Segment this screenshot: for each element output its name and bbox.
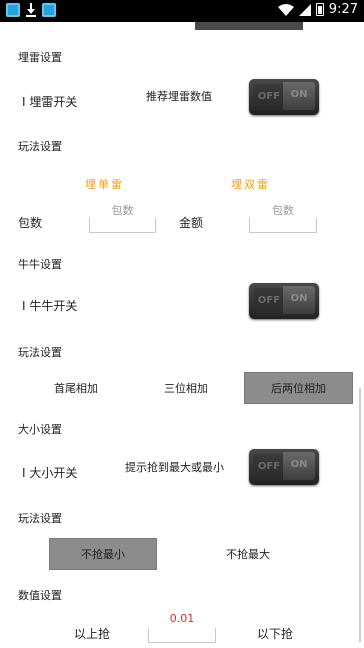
packet-count-input[interactable]: 包数 [89, 204, 156, 233]
toggle-off-label: OFF [253, 288, 285, 314]
app-icon [6, 3, 20, 17]
section-title-play3: 玩法设置 [18, 512, 62, 525]
toggle-off-label: OFF [253, 454, 285, 480]
section-title-niuniu: 牛牛设置 [18, 258, 62, 271]
toggle-on-label: ON [283, 452, 315, 480]
amount-placeholder: 包数 [272, 204, 294, 217]
grab-below-label: 以下抢 [257, 627, 294, 641]
niuniu-option-three-sum[interactable]: 三位相加 [150, 372, 222, 404]
packet-count-placeholder: 包数 [111, 204, 134, 217]
niuniu-toggle-label: I 牛牛开关 [22, 299, 78, 313]
status-right-icons: 9:27 [277, 2, 358, 17]
status-bar: 9:27 [0, 0, 364, 22]
amount-label: 金额 [179, 216, 204, 230]
toggle-on-label: ON [283, 82, 315, 110]
niuniu-toggle[interactable]: OFF ON [249, 283, 319, 319]
section-title-mine: 埋雷设置 [18, 51, 62, 64]
section-title-play1: 玩法设置 [18, 140, 62, 153]
mine-double-option[interactable]: 埋双雷 [231, 176, 270, 192]
mine-toggle[interactable]: OFF ON [249, 79, 319, 115]
scrollbar[interactable] [359, 388, 361, 642]
signal-icon [298, 3, 311, 16]
section-title-size: 大小设置 [18, 423, 62, 436]
mine-toggle-label: I 埋雷开关 [22, 95, 78, 109]
grab-above-label: 以上抢 [74, 627, 111, 641]
size-hint: 提示抢到最大或最小 [125, 461, 224, 474]
niuniu-option-head-tail[interactable]: 首尾相加 [40, 372, 112, 404]
toggle-off-label: OFF [253, 84, 285, 110]
size-option-not-max[interactable]: 不抢最大 [212, 538, 284, 570]
size-toggle[interactable]: OFF ON [249, 449, 319, 485]
battery-icon [315, 3, 324, 16]
section-title-play2: 玩法设置 [18, 346, 62, 359]
toggle-on-label: ON [283, 286, 315, 314]
amount-input[interactable]: 包数 [249, 204, 317, 233]
app-icon-2 [42, 3, 56, 17]
mine-single-option[interactable]: 埋单雷 [85, 176, 124, 192]
value-input[interactable]: 0.01 [148, 612, 216, 643]
packet-count-label: 包数 [18, 216, 43, 230]
clock: 9:27 [328, 2, 358, 17]
wifi-icon [277, 3, 294, 16]
mine-hint: 推荐埋雷数值 [146, 90, 212, 103]
value-text: 0.01 [169, 612, 195, 625]
tab-indicator [195, 22, 303, 30]
size-option-not-min[interactable]: 不抢最小 [49, 538, 157, 570]
size-toggle-label: I 大小开关 [22, 466, 78, 480]
status-left-icons [6, 3, 56, 17]
niuniu-option-last-two[interactable]: 后两位相加 [244, 372, 353, 404]
section-title-value: 数值设置 [18, 589, 62, 602]
download-icon [26, 3, 36, 17]
